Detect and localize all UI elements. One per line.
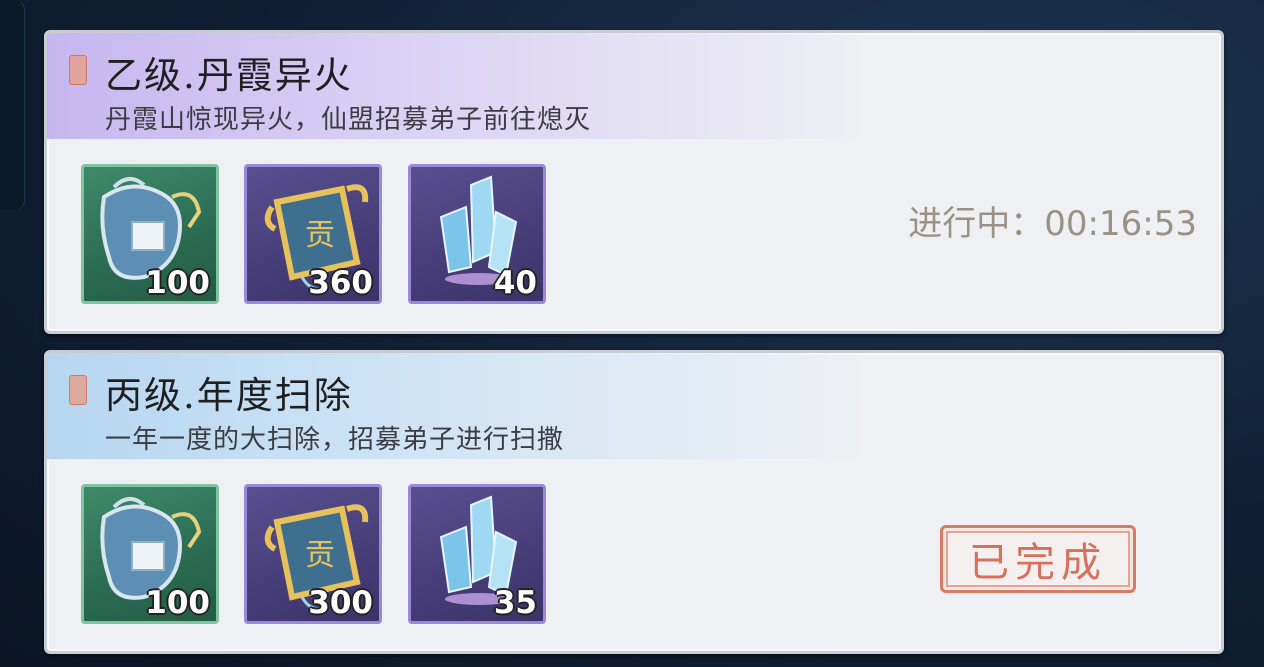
- reward-item[interactable]: 100: [81, 164, 219, 304]
- task-title: 乙级.丹霞异火: [105, 54, 353, 97]
- task-card[interactable]: 丙级.年度扫除 一年一度的大扫除，招募弟子进行扫撒 100 贡 300 35 已…: [44, 350, 1224, 654]
- task-description: 丹霞山惊现异火，仙盟招募弟子前往熄灭: [105, 105, 592, 135]
- reward-item[interactable]: 40: [408, 164, 546, 304]
- svg-text:贡: 贡: [305, 218, 335, 253]
- reward-quantity: 35: [493, 585, 537, 621]
- seal-icon: [69, 55, 87, 85]
- reward-item[interactable]: 贡 360: [244, 164, 382, 304]
- reward-item[interactable]: 贡 300: [244, 484, 382, 624]
- reward-quantity: 100: [145, 585, 210, 621]
- seal-icon: [69, 375, 87, 405]
- task-status-timer: 进行中：00:16:53: [908, 204, 1197, 244]
- reward-quantity: 360: [308, 265, 373, 301]
- side-panel-edge: [0, 0, 25, 210]
- task-card[interactable]: 乙级.丹霞异火 丹霞山惊现异火，仙盟招募弟子前往熄灭 100 贡 360 40 …: [44, 30, 1224, 334]
- reward-quantity: 40: [493, 265, 537, 301]
- reward-item[interactable]: 35: [408, 484, 546, 624]
- reward-quantity: 300: [308, 585, 373, 621]
- reward-item[interactable]: 100: [81, 484, 219, 624]
- completed-stamp: 已完成: [940, 525, 1136, 593]
- reward-quantity: 100: [145, 265, 210, 301]
- svg-text:贡: 贡: [305, 538, 335, 573]
- task-title: 丙级.年度扫除: [105, 374, 353, 417]
- task-description: 一年一度的大扫除，招募弟子进行扫撒: [105, 425, 565, 455]
